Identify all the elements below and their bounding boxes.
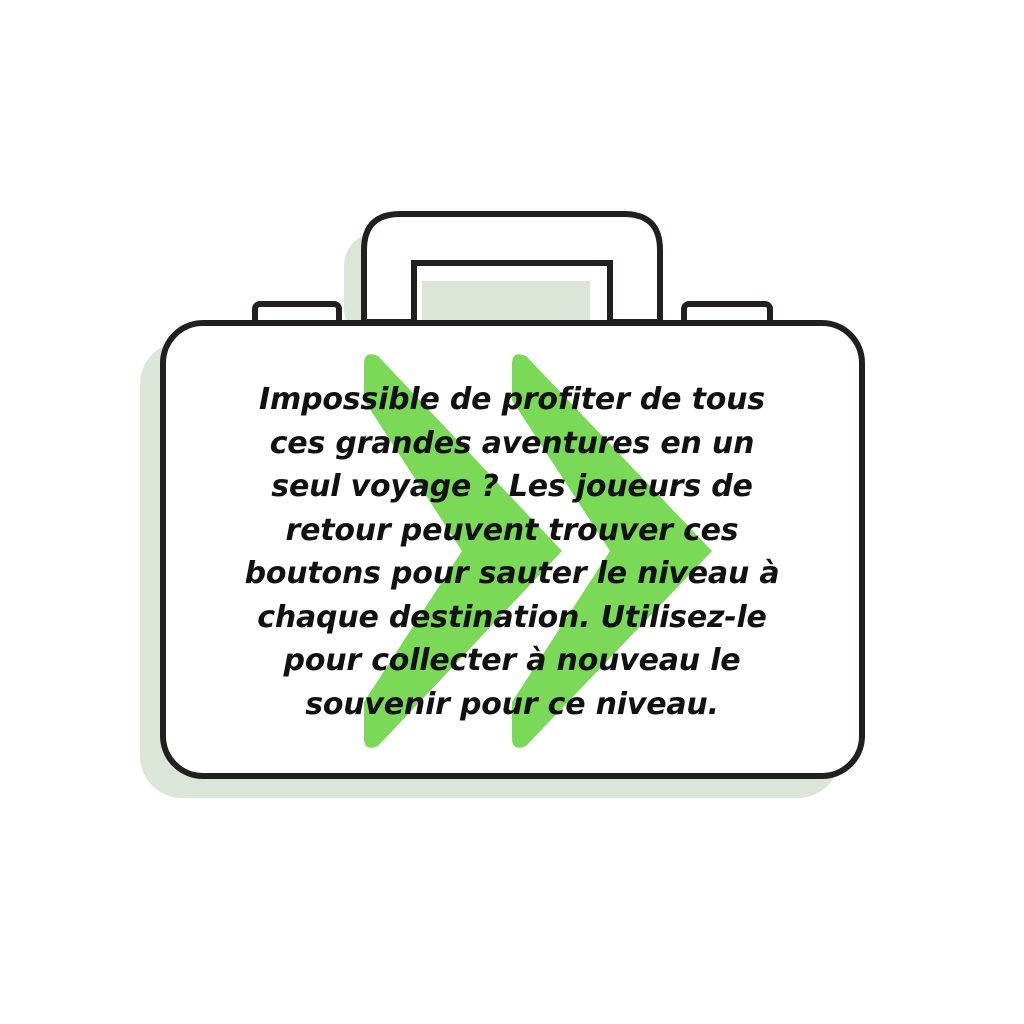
tip-text: Impossible de profiter de tous ces grand… xyxy=(244,382,780,722)
tip-card: Impossible de profiter de tous ces grand… xyxy=(0,0,1024,1024)
suitcase-handle xyxy=(361,211,663,328)
